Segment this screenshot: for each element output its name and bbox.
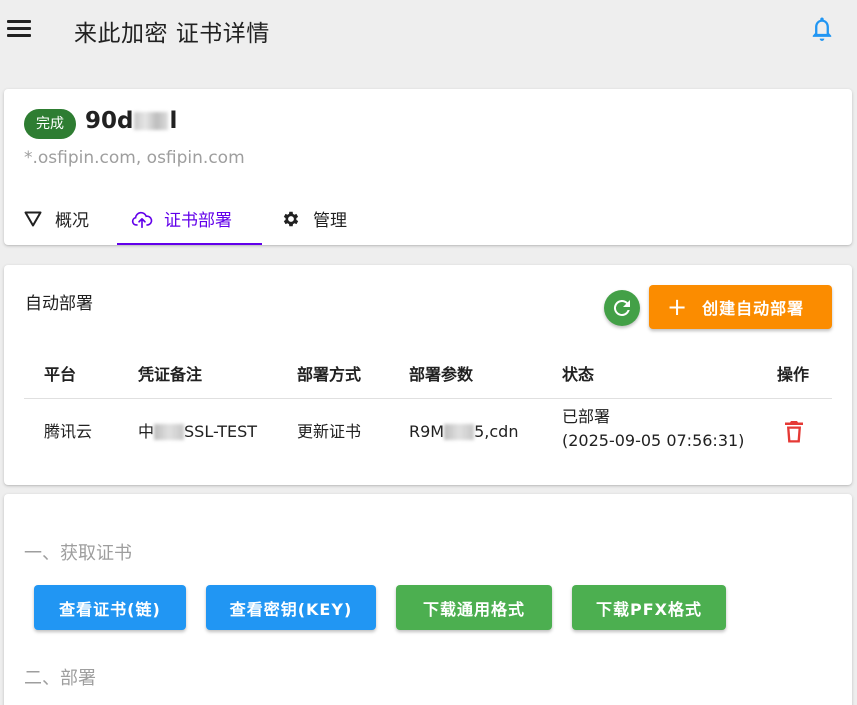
redacted-blur [134, 112, 169, 130]
funnel-icon [22, 208, 44, 230]
credential-suffix: SSL-TEST [184, 422, 258, 441]
bell-icon[interactable] [808, 15, 836, 45]
gear-icon [280, 208, 302, 230]
refresh-button[interactable] [604, 290, 640, 326]
deploy-status: 已部署 [562, 407, 611, 426]
certificate-name-suffix: l [169, 108, 178, 134]
method-cell: 更新证书 [297, 422, 362, 441]
platform-cell: 腾讯云 [44, 422, 93, 441]
table-header: 平台 凭证备注 部署方式 部署参数 状态 操作 [24, 341, 832, 399]
params-cell: R9M 5,cdn [409, 420, 518, 444]
status-badge: 完成 [24, 109, 76, 139]
params-prefix: R9M [409, 422, 445, 441]
view-cert-chain-button[interactable]: 查看证书(链) [34, 585, 186, 630]
tab-deploy[interactable]: 证书部署 [117, 192, 262, 245]
certificate-name: 90d l [85, 108, 177, 134]
refresh-icon [613, 299, 630, 316]
tab-manage-label: 管理 [313, 211, 347, 231]
cloud-upload-icon [131, 208, 153, 230]
redacted-blur [154, 424, 185, 440]
view-key-button[interactable]: 查看密钥(KEY) [206, 585, 376, 630]
table-row: 腾讯云 中 SSL-TEST 更新证书 R9M 5,cdn 已部署 (2025-09… [24, 400, 832, 465]
tab-overview[interactable]: 概况 [22, 192, 89, 245]
column-header: 部署参数 [409, 365, 474, 384]
tab-deploy-label: 证书部署 [164, 211, 232, 231]
column-header: 部署方式 [297, 365, 362, 384]
step-title-get-cert: 一、获取证书 [24, 543, 132, 564]
column-header: 平台 [44, 365, 77, 384]
tab-bar: 概况 证书部署 管理 [4, 192, 852, 245]
column-header: 凭证备注 [138, 365, 203, 384]
tab-manage[interactable]: 管理 [280, 192, 347, 245]
tab-overview-label: 概况 [55, 211, 89, 231]
plus-icon: + [667, 293, 689, 321]
download-pfx-button[interactable]: 下载PFX格式 [572, 585, 726, 630]
step-title-deploy: 二、部署 [24, 668, 96, 689]
auto-deploy-card: 自动部署 + 创建自动部署 平台 凭证备注 部署方式 部署参数 状态 操作 腾讯… [4, 265, 852, 485]
column-header: 状态 [562, 365, 595, 384]
credential-cell: 中 SSL-TEST [138, 420, 257, 444]
delete-button[interactable] [782, 419, 806, 445]
create-auto-deploy-label: 创建自动部署 [702, 299, 805, 318]
certificate-name-prefix: 90d [85, 108, 134, 134]
steps-card: 一、获取证书 查看证书(链) 查看密钥(KEY) 下载通用格式 下载PFX格式 … [4, 494, 852, 705]
status-cell: 已部署 (2025-09-05 07:56:31) [562, 405, 744, 453]
create-auto-deploy-button[interactable]: + 创建自动部署 [649, 285, 832, 329]
redacted-blur [444, 424, 475, 440]
credential-prefix: 中 [138, 422, 155, 441]
certificate-domains: *.osfipin.com, osfipin.com [24, 148, 245, 168]
deploy-time: (2025-09-05 07:56:31) [562, 431, 745, 450]
hamburger-menu-icon[interactable] [7, 20, 31, 38]
certificate-card: 完成 90d l *.osfipin.com, osfipin.com 概况 证书… [4, 89, 852, 245]
section-title: 自动部署 [25, 294, 93, 314]
app-bar: 来此加密 证书详情 [0, 0, 857, 62]
download-generic-button[interactable]: 下载通用格式 [396, 585, 552, 630]
page-title: 来此加密 证书详情 [74, 21, 270, 47]
active-tab-indicator [117, 243, 262, 245]
column-header: 操作 [777, 365, 810, 384]
params-suffix: 5,cdn [474, 422, 519, 441]
trash-icon [785, 421, 803, 443]
